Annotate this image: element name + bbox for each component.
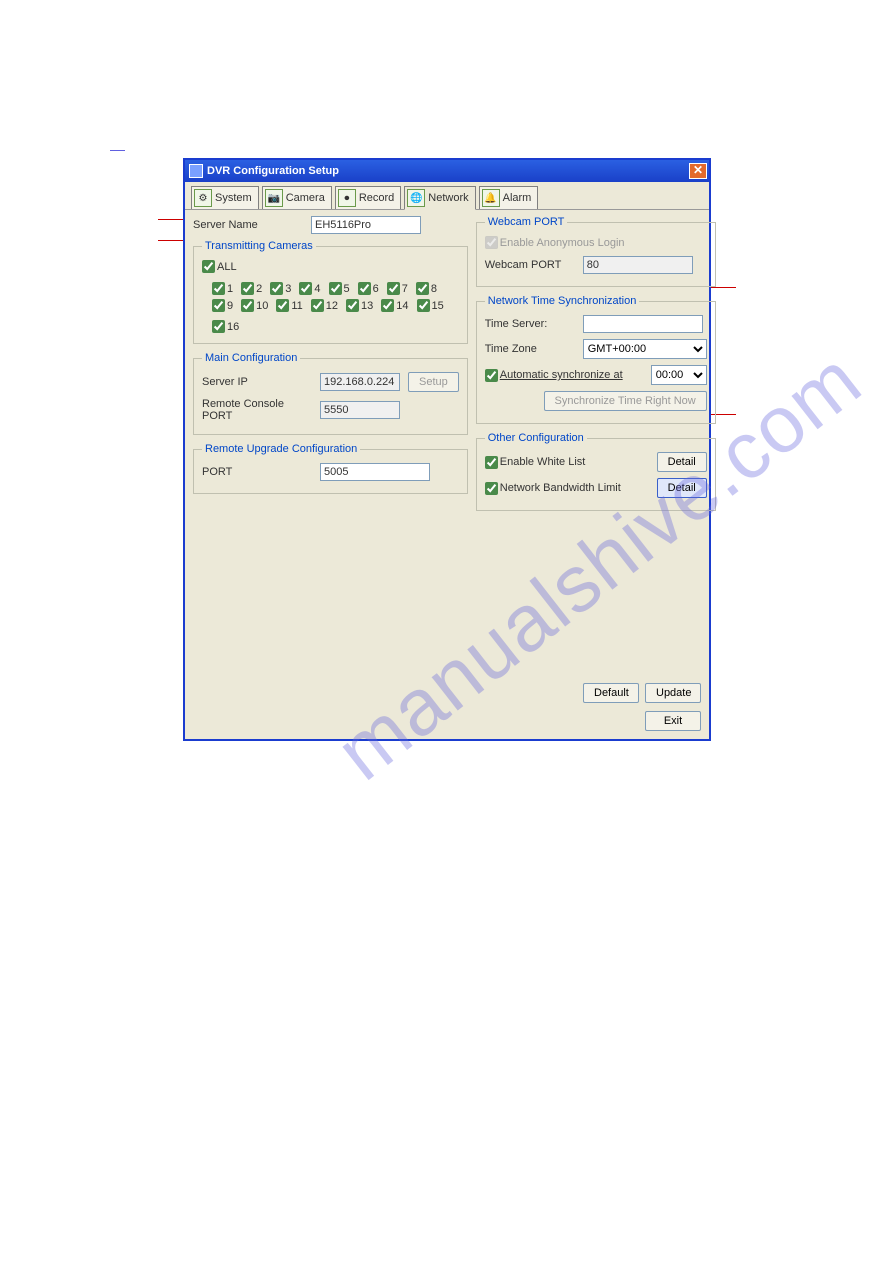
cam-14[interactable]: 14 xyxy=(381,299,408,312)
remote-console-label: Remote Console PORT xyxy=(202,398,312,422)
server-ip-input xyxy=(320,373,400,391)
footer-buttons: Default Update xyxy=(185,677,709,709)
exit-button[interactable]: Exit xyxy=(645,711,701,731)
auto-sync-checkbox[interactable]: Automatic synchronize at xyxy=(485,369,623,382)
server-name-row: Server Name xyxy=(193,216,468,234)
port-label: PORT xyxy=(202,466,312,478)
cam-13[interactable]: 13 xyxy=(346,299,373,312)
update-button[interactable]: Update xyxy=(645,683,701,703)
white-list-detail-button[interactable]: Detail xyxy=(657,452,707,472)
cam-2[interactable]: 2 xyxy=(241,282,262,295)
cam-10[interactable]: 10 xyxy=(241,299,268,312)
camera-row-1: 1 2 3 4 5 6 7 8 xyxy=(202,282,459,295)
cam-1[interactable]: 1 xyxy=(212,282,233,295)
time-server-label: Time Server: xyxy=(485,318,575,330)
spacer xyxy=(185,527,709,677)
port-input[interactable] xyxy=(320,463,430,481)
cam-5[interactable]: 5 xyxy=(329,282,350,295)
cam-3[interactable]: 3 xyxy=(270,282,291,295)
time-zone-select[interactable]: GMT+00:00 xyxy=(583,339,707,359)
app-icon xyxy=(189,164,203,178)
top-underline xyxy=(110,150,125,151)
ntp-group: Network Time Synchronization Time Server… xyxy=(476,295,716,424)
network-icon: 🌐 xyxy=(407,189,425,207)
sync-now-button: Synchronize Time Right Now xyxy=(544,391,707,411)
other-config-legend: Other Configuration xyxy=(485,432,587,444)
anon-login-checkbox: Enable Anonymous Login xyxy=(485,236,625,249)
cam-4[interactable]: 4 xyxy=(299,282,320,295)
tab-alarm[interactable]: 🔔Alarm xyxy=(479,186,539,210)
time-server-input[interactable] xyxy=(583,315,703,333)
default-button[interactable]: Default xyxy=(583,683,639,703)
white-list-checkbox[interactable]: Enable White List xyxy=(485,456,586,469)
setup-button: Setup xyxy=(408,372,459,392)
server-name-input[interactable] xyxy=(311,216,421,234)
close-button[interactable]: ✕ xyxy=(689,163,707,179)
webcam-port-group: Webcam PORT Enable Anonymous Login Webca… xyxy=(476,216,716,287)
server-name-label: Server Name xyxy=(193,219,303,231)
remote-upgrade-group: Remote Upgrade Configuration PORT xyxy=(193,443,468,494)
cam-12[interactable]: 12 xyxy=(311,299,338,312)
system-icon: ⚙ xyxy=(194,189,212,207)
remote-upgrade-legend: Remote Upgrade Configuration xyxy=(202,443,360,455)
bandwidth-detail-button[interactable]: Detail xyxy=(657,478,707,498)
time-zone-label: Time Zone xyxy=(485,343,575,355)
transmitting-cameras-legend: Transmitting Cameras xyxy=(202,240,316,252)
server-ip-label: Server IP xyxy=(202,376,312,388)
tab-camera[interactable]: 📷Camera xyxy=(262,186,332,210)
window-title: DVR Configuration Setup xyxy=(207,165,689,177)
cam-16[interactable]: 16 xyxy=(212,320,239,333)
main-config-group: Main Configuration Server IP Setup Remot… xyxy=(193,352,468,435)
cam-11[interactable]: 11 xyxy=(276,299,302,312)
titlebar: DVR Configuration Setup ✕ xyxy=(185,160,709,182)
cam-9[interactable]: 9 xyxy=(212,299,233,312)
tab-system[interactable]: ⚙System xyxy=(191,186,259,210)
camera-row-2: 9 10 11 12 13 14 15 16 xyxy=(202,299,459,333)
cam-15[interactable]: 15 xyxy=(417,299,444,312)
left-column: Server Name Transmitting Cameras ALL 1 2… xyxy=(193,216,468,519)
webcam-port-legend: Webcam PORT xyxy=(485,216,568,228)
dvr-config-window: DVR Configuration Setup ✕ ⚙System 📷Camer… xyxy=(183,158,711,741)
camera-icon: 📷 xyxy=(265,189,283,207)
right-column: Webcam PORT Enable Anonymous Login Webca… xyxy=(476,216,716,519)
footer-exit-row: Exit xyxy=(185,709,709,739)
all-checkbox[interactable]: ALL xyxy=(202,260,237,273)
alarm-icon: 🔔 xyxy=(482,189,500,207)
cam-8[interactable]: 8 xyxy=(416,282,437,295)
tab-row: ⚙System 📷Camera ⏺Record 🌐Network 🔔Alarm xyxy=(185,182,709,210)
other-config-group: Other Configuration Enable White List De… xyxy=(476,432,716,511)
record-icon: ⏺ xyxy=(338,189,356,207)
ntp-legend: Network Time Synchronization xyxy=(485,295,640,307)
remote-console-input xyxy=(320,401,400,419)
transmitting-cameras-group: Transmitting Cameras ALL 1 2 3 4 5 6 7 8… xyxy=(193,240,468,344)
main-config-legend: Main Configuration xyxy=(202,352,300,364)
webcam-port-label: Webcam PORT xyxy=(485,259,575,271)
auto-sync-time-select[interactable]: 00:00 xyxy=(651,365,707,385)
cam-6[interactable]: 6 xyxy=(358,282,379,295)
tab-record[interactable]: ⏺Record xyxy=(335,186,401,210)
bandwidth-checkbox[interactable]: Network Bandwidth Limit xyxy=(485,482,621,495)
tab-network[interactable]: 🌐Network xyxy=(404,186,475,210)
dialog-body: Server Name Transmitting Cameras ALL 1 2… xyxy=(185,209,709,527)
webcam-port-input xyxy=(583,256,693,274)
cam-7[interactable]: 7 xyxy=(387,282,408,295)
